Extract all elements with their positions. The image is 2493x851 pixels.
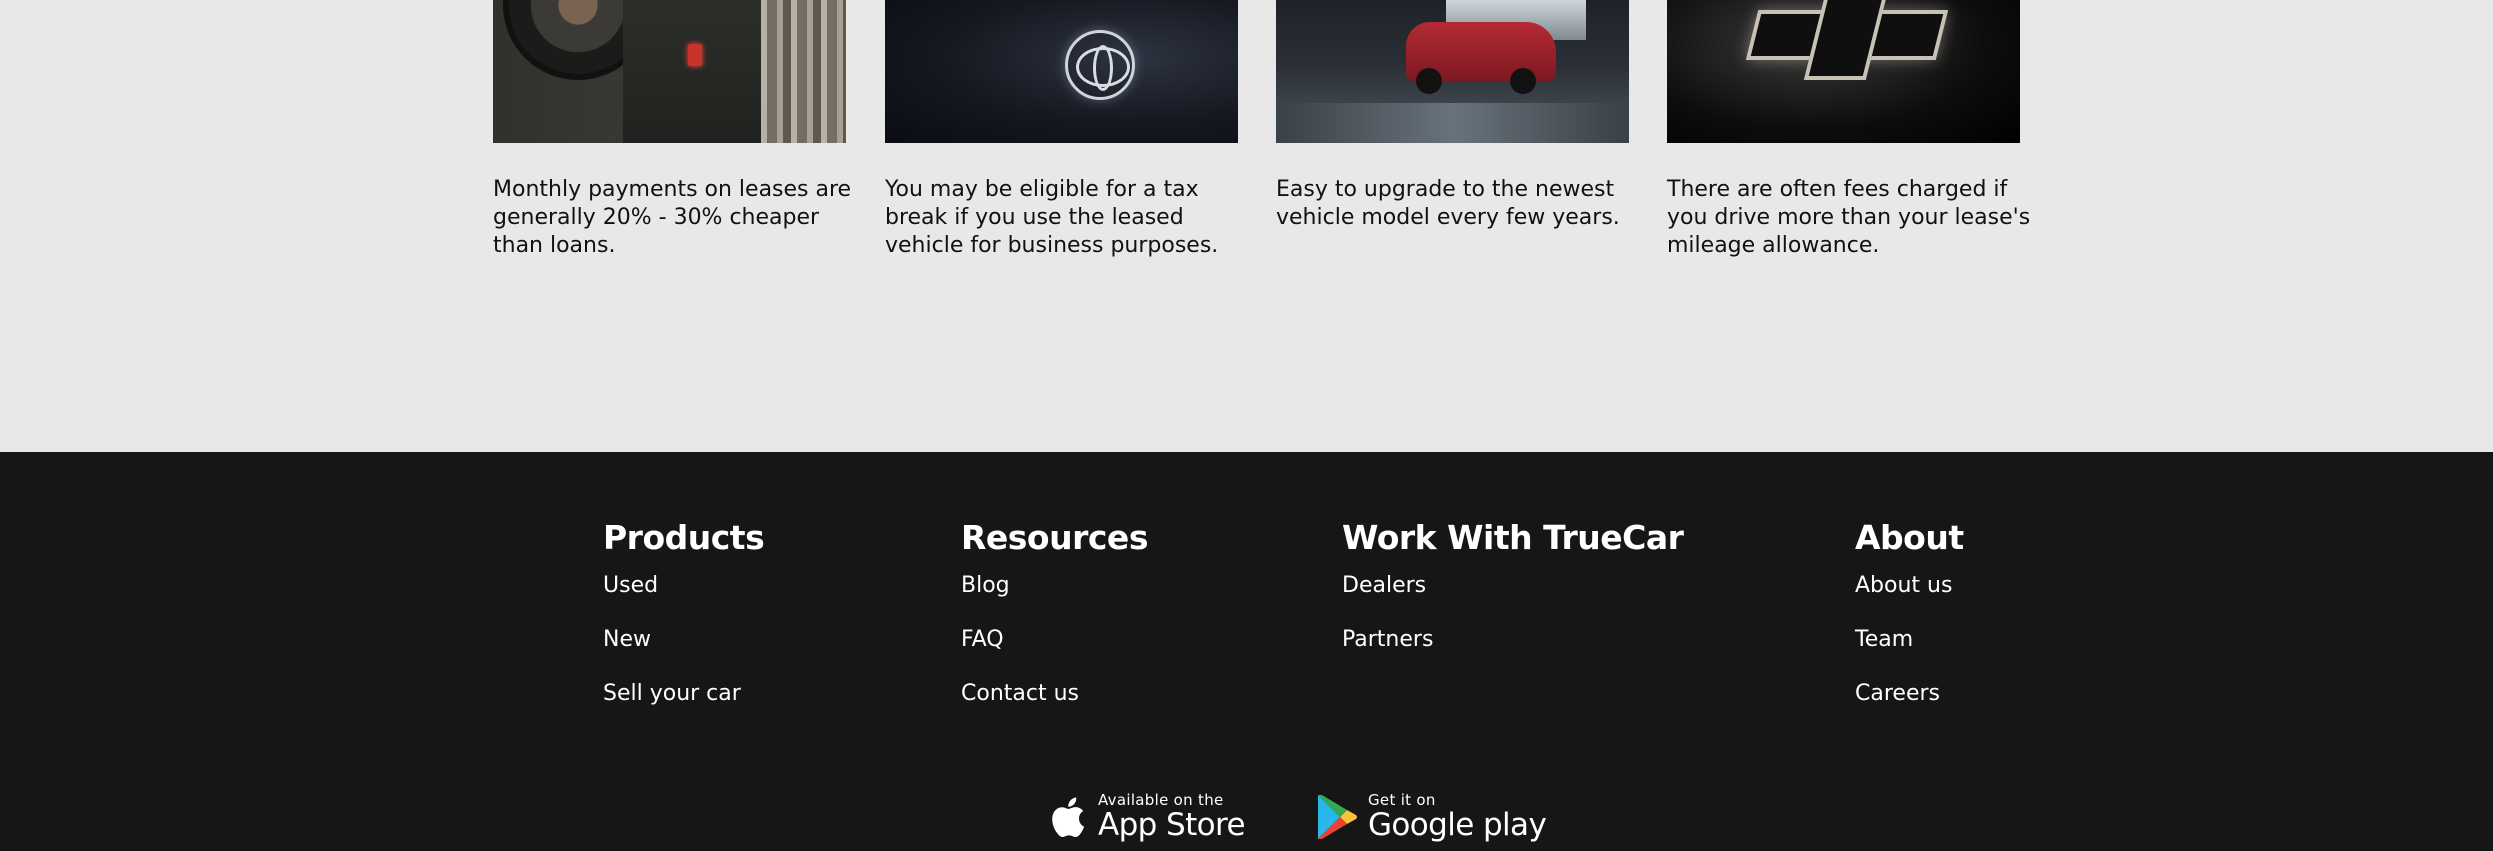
- footer-link-team[interactable]: Team: [1855, 626, 1964, 654]
- jeep-spare-tire-image: [493, 0, 846, 143]
- footer-column-title: Products: [603, 518, 765, 557]
- toyota-steering-wheel-image: [885, 0, 1238, 143]
- footer-column-title: Resources: [961, 518, 1148, 557]
- benefit-card-text: You may be eligible for a tax break if y…: [885, 177, 1219, 258]
- app-store-big-text: App Store: [1098, 807, 1246, 843]
- lease-benefits-section: Monthly payments on leases are generally…: [0, 0, 2493, 452]
- chevrolet-logo-image: [1667, 0, 2020, 143]
- site-footer: Products Used New Sell your car Resource…: [0, 452, 2493, 851]
- google-play-icon: [1318, 795, 1357, 839]
- red-suv-image: [1276, 0, 1629, 143]
- footer-column-about: About About us Team Careers: [1855, 518, 1964, 734]
- google-play-badge[interactable]: Get it on Google play: [1316, 787, 1547, 847]
- footer-link-sell-your-car[interactable]: Sell your car: [603, 680, 764, 708]
- footer-link-careers[interactable]: Careers: [1855, 680, 1964, 708]
- footer-link-new[interactable]: New: [603, 626, 764, 654]
- benefit-card-cheaper-payments: Monthly payments on leases are generally…: [493, 0, 851, 258]
- google-play-small-text: Get it on: [1368, 791, 1436, 809]
- footer-link-dealers[interactable]: Dealers: [1342, 572, 1683, 600]
- footer-link-faq[interactable]: FAQ: [961, 626, 1148, 654]
- apple-icon: [1052, 797, 1085, 838]
- footer-column-resources: Resources Blog FAQ Contact us: [961, 518, 1148, 734]
- footer-column-title: About: [1855, 518, 1964, 557]
- footer-link-partners[interactable]: Partners: [1342, 626, 1683, 654]
- benefit-card-text: Easy to upgrade to the newest vehicle mo…: [1276, 177, 1620, 230]
- benefit-card-tax-break: You may be eligible for a tax break if y…: [885, 0, 1238, 258]
- app-store-badge[interactable]: Available on the App Store: [1048, 787, 1246, 847]
- benefit-card-text: Monthly payments on leases are generally…: [493, 177, 852, 258]
- google-play-big-text: Google play: [1368, 807, 1547, 843]
- footer-link-used[interactable]: Used: [603, 572, 764, 600]
- footer-column-title: Work With TrueCar: [1342, 518, 1684, 557]
- benefit-card-mileage-fees: There are often fees charged if you driv…: [1667, 0, 2030, 258]
- footer-link-blog[interactable]: Blog: [961, 572, 1148, 600]
- benefit-card-text: There are often fees charged if you driv…: [1667, 177, 2031, 258]
- footer-link-about-us[interactable]: About us: [1855, 572, 1964, 600]
- footer-column-products: Products Used New Sell your car: [603, 518, 765, 734]
- footer-column-work-with-truecar: Work With TrueCar Dealers Partners: [1342, 518, 1684, 680]
- footer-link-contact-us[interactable]: Contact us: [961, 680, 1148, 708]
- app-store-small-text: Available on the: [1098, 791, 1224, 809]
- benefit-card-easy-upgrade: Easy to upgrade to the newest vehicle mo…: [1276, 0, 1629, 230]
